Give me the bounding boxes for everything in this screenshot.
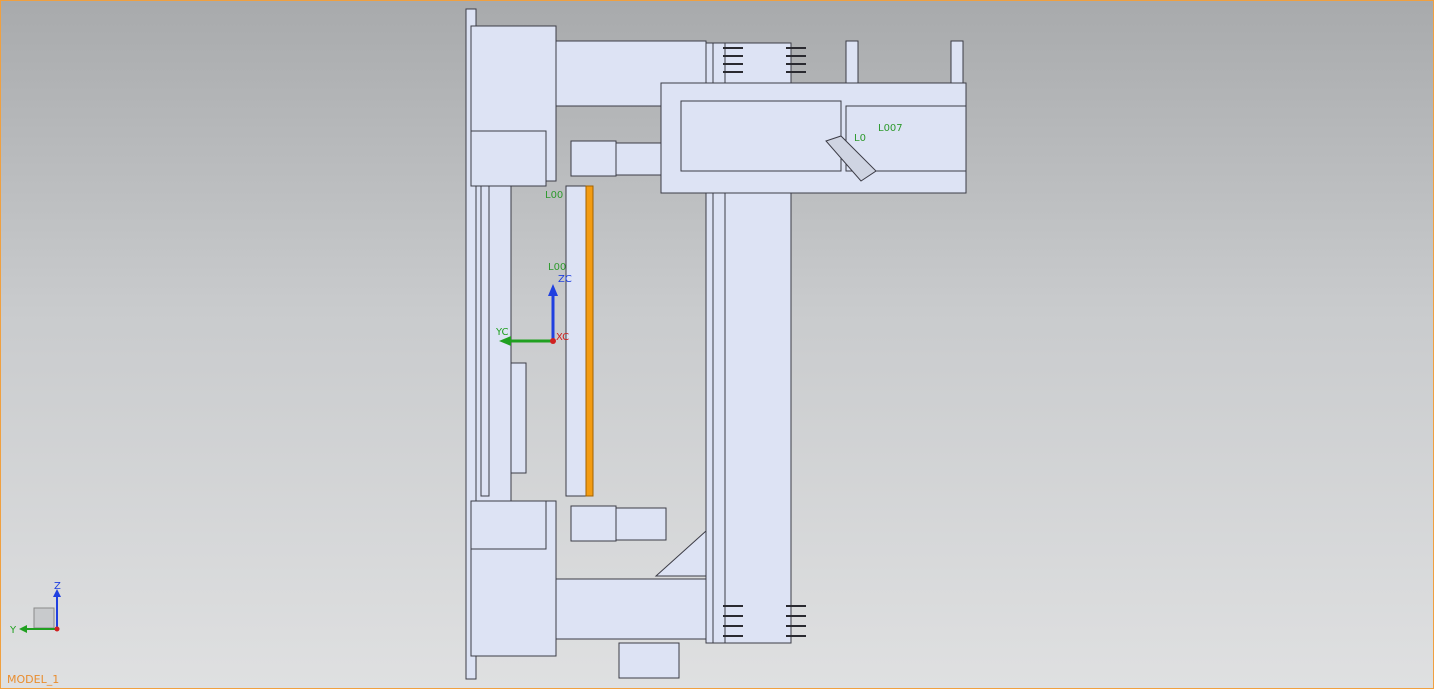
graphics-viewport[interactable]: L00 L00 L007 L0 ZC YC XC Z Y MODEL_1: [0, 0, 1434, 689]
bottom-left-bracket: [470, 500, 547, 550]
wcs-zc-label: ZC: [558, 274, 572, 285]
bottom-motor: [615, 507, 667, 541]
selected-part-highlight: [585, 185, 594, 497]
left-frame-rail: [480, 185, 490, 497]
bracket-a: [845, 40, 859, 84]
part-label-007: L007: [878, 123, 903, 134]
machine-assembly-drawing[interactable]: [1, 1, 1433, 688]
part-label-right: L0: [854, 133, 866, 144]
top-left-bracket: [470, 130, 547, 187]
model-name-label: MODEL_1: [7, 673, 60, 686]
top-roller: [570, 140, 617, 177]
top-motor: [615, 142, 667, 176]
part-label-mid: L00: [548, 262, 567, 273]
triad-y-label: Y: [10, 625, 17, 636]
bottom-arm: [555, 578, 707, 640]
base-motor: [618, 642, 680, 679]
part-label-top: L00: [545, 190, 564, 201]
wcs-yc-label: YC: [496, 327, 509, 338]
bracket-b: [950, 40, 964, 84]
triad-z-label: Z: [54, 581, 61, 592]
carriage-inner: [680, 100, 842, 172]
wcs-xc-label: XC: [556, 332, 570, 343]
small-plate: [510, 362, 527, 474]
view-triad-icon: [19, 589, 61, 633]
bottom-roller: [570, 505, 617, 542]
